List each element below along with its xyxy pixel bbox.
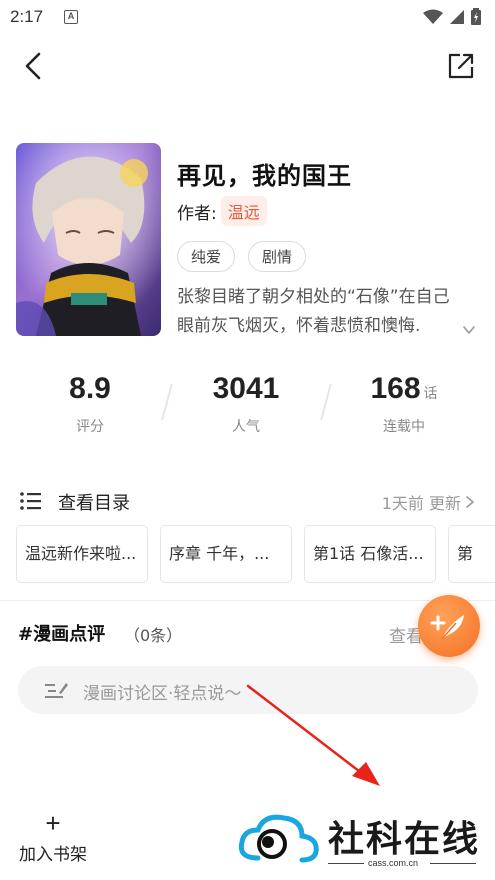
review-count: （0条） [124, 626, 183, 645]
watermark-logo: 社科在线 cass.com.cn [228, 800, 495, 880]
catalog-update: 1天前 更新 [382, 490, 475, 514]
stat-episodes: 168 话 连载中 [362, 372, 446, 436]
author-name-link[interactable]: 温远 [220, 196, 267, 226]
chapter-card[interactable]: 第 [448, 525, 495, 583]
comic-title: 再见，我的国王 [177, 162, 352, 190]
watermark-line [328, 863, 364, 864]
battery-icon [471, 8, 481, 25]
stat-divider [161, 384, 173, 420]
stat-value: 168 [370, 372, 421, 405]
notification-icon: A [64, 10, 78, 24]
stat-label: 评分 [76, 419, 104, 435]
stat-label: 人气 [232, 419, 260, 435]
chevron-right-icon [466, 496, 474, 508]
stat-value: 3041 [212, 372, 280, 405]
list-icon [20, 492, 41, 510]
stats-row: 8.9 评分 3041 人气 168 话 连载中 [0, 372, 495, 442]
stat-rating: 8.9 评分 [58, 372, 122, 436]
tag-list: 纯爱 剧情 [177, 241, 307, 272]
catalog-label: 查看目录 [58, 493, 130, 514]
watermark-line [430, 863, 476, 864]
watermark-subtext: cass.com.cn [368, 858, 419, 868]
edit-lines-icon [45, 683, 68, 698]
signal-icon [450, 9, 464, 24]
status-time: 2:17 [10, 7, 44, 26]
stat-popularity: 3041 人气 [200, 372, 292, 436]
add-to-shelf-button[interactable]: + 加入书架 [16, 808, 90, 865]
tag-chip[interactable]: 剧情 [248, 241, 307, 272]
author-label: 作者: [177, 203, 217, 224]
plus-icon: + [45, 808, 61, 838]
share-icon[interactable] [447, 52, 475, 80]
stat-label: 连载中 [383, 419, 425, 435]
wifi-icon [423, 9, 443, 24]
catalog-row[interactable]: 查看目录 1天前 更新 [20, 486, 475, 516]
stat-unit: 话 [423, 386, 438, 402]
comic-description[interactable]: 张黎目睹了朝夕相处的“石像”在自己 眼前灰飞烟灭，怀着悲愤和懊悔. [177, 283, 482, 341]
feather-pen-icon [430, 615, 464, 640]
description-line: 张黎目睹了朝夕相处的“石像”在自己 [177, 287, 450, 307]
chapter-card[interactable]: 温远新作来啦... [16, 525, 148, 583]
chapter-card[interactable]: 序章 千年，... [160, 525, 292, 583]
watermark-text: 社科在线 [328, 819, 481, 860]
stat-divider [320, 384, 332, 420]
tag-chip[interactable]: 纯爱 [177, 241, 236, 272]
write-review-button[interactable] [418, 595, 480, 657]
status-bar: 2:17 A [0, 0, 495, 34]
comment-input[interactable]: 漫画讨论区·轻点说～ [18, 666, 478, 714]
chapter-card[interactable]: 第1话 石像活... [304, 525, 436, 583]
update-text: 1天前 更新 [381, 494, 461, 513]
review-section-title: #漫画点评 [18, 624, 106, 645]
author-row: 作者: 温远 [177, 196, 267, 226]
status-icons [423, 8, 481, 25]
chapter-list: 温远新作来啦... 序章 千年，... 第1话 石像活... 第 [16, 525, 495, 583]
comic-cover-image[interactable] [16, 143, 161, 336]
cloud-eye-logo-icon [228, 814, 319, 866]
back-arrow-icon[interactable] [20, 50, 48, 82]
expand-chevron-icon[interactable] [462, 323, 476, 337]
comment-placeholder: 漫画讨论区·轻点说～ [83, 684, 242, 704]
stat-value: 8.9 [69, 372, 111, 405]
shelf-label: 加入书架 [19, 845, 87, 865]
description-line: 眼前灰飞烟灭，怀着悲愤和懊悔. [177, 316, 421, 336]
